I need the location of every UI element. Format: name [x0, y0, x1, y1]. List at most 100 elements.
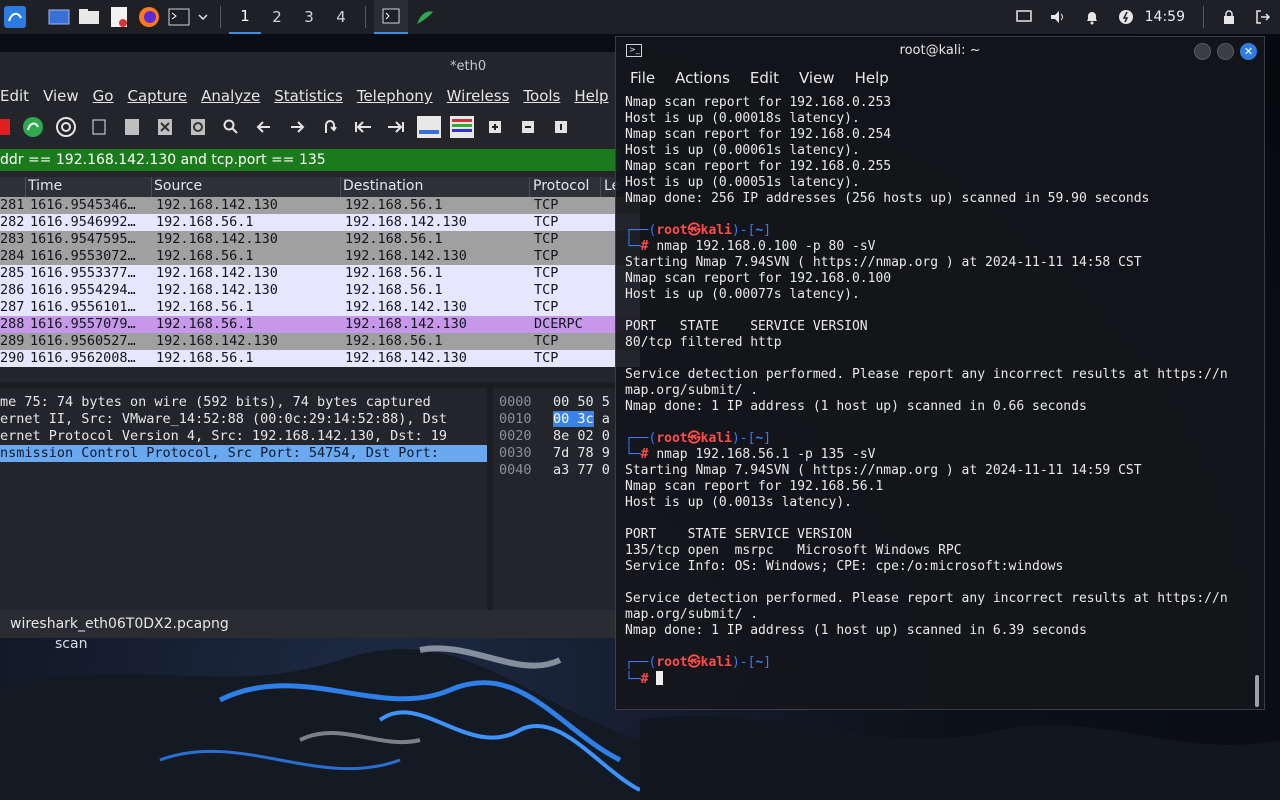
- terminal-task-icon[interactable]: [374, 0, 408, 34]
- terminal-scrollbar[interactable]: [1255, 675, 1259, 707]
- packet-no: 284: [0, 248, 25, 264]
- packet-row[interactable]: 289 1616.9560527… 192.168.142.130 192.168.5…: [0, 333, 640, 350]
- workspace-4[interactable]: 4: [325, 0, 357, 34]
- close-button[interactable]: ✕: [1240, 43, 1257, 60]
- minimize-button[interactable]: [1194, 43, 1211, 60]
- go-forward-icon[interactable]: [280, 112, 313, 142]
- status-bar-filename: wireshark_eth06T0DX2.pcapng: [0, 610, 640, 638]
- workspace-1[interactable]: 1: [229, 0, 261, 34]
- terminal-line: Host is up (0.00018s latency).: [625, 111, 860, 126]
- colorize-icon[interactable]: [445, 112, 478, 142]
- menu-analyze[interactable]: Analyze: [201, 87, 260, 105]
- show-desktop-icon[interactable]: [44, 0, 74, 34]
- menu-view[interactable]: View: [43, 87, 79, 105]
- menu-help[interactable]: Help: [855, 69, 889, 87]
- menu-edit[interactable]: Edit: [0, 87, 29, 105]
- menu-view[interactable]: View: [799, 69, 835, 87]
- terminal-line: Starting Nmap 7.94SVN ( https://nmap.org…: [625, 255, 1142, 270]
- column-destination[interactable]: Destination: [343, 178, 423, 194]
- menu-edit[interactable]: Edit: [750, 69, 779, 87]
- packet-row[interactable]: 288 1616.9557079… 192.168.56.1 192.168.142.…: [0, 316, 640, 333]
- detail-tcp[interactable]: nsmission Control Protocol, Src Port: 54…: [0, 445, 487, 462]
- menu-statistics[interactable]: Statistics: [274, 87, 343, 105]
- volume-icon[interactable]: [1041, 0, 1075, 34]
- packet-dst: 192.168.56.1: [345, 282, 443, 298]
- text-editor-icon[interactable]: [104, 0, 134, 34]
- bytes-hex: 8e 02 0: [553, 428, 610, 444]
- terminal-icon[interactable]: [164, 0, 194, 34]
- terminal-line: Service detection performed. Please repo…: [625, 591, 1228, 606]
- terminal-output[interactable]: Nmap scan report for 192.168.0.253 Host i…: [625, 95, 1245, 687]
- bytes-offset: 0030: [499, 445, 532, 461]
- workspace-3[interactable]: 3: [293, 0, 325, 34]
- packet-row[interactable]: 283 1616.9547595… 192.168.142.130 192.168.5…: [0, 231, 640, 248]
- terminal-line: Nmap done: 256 IP addresses (256 hosts u…: [625, 191, 1150, 206]
- zoom-out-icon[interactable]: [511, 112, 544, 142]
- packet-row[interactable]: 284 1616.9553072… 192.168.56.1 192.168.142.…: [0, 248, 640, 265]
- packet-dst: 192.168.142.130: [345, 350, 467, 366]
- kali-menu-icon[interactable]: [0, 0, 30, 34]
- chevron-down-icon[interactable]: [194, 0, 212, 34]
- lock-icon[interactable]: [1212, 0, 1246, 34]
- menu-capture[interactable]: Capture: [127, 87, 187, 105]
- menu-help[interactable]: Help: [574, 87, 608, 105]
- restart-capture-icon[interactable]: [16, 112, 49, 142]
- menu-file[interactable]: File: [630, 69, 655, 87]
- column-source[interactable]: Source: [154, 178, 202, 194]
- window-title: *eth0: [450, 59, 487, 74]
- capture-options-icon[interactable]: [49, 112, 82, 142]
- packet-row[interactable]: 281 1616.9545346… 192.168.142.130 192.168.5…: [0, 197, 640, 214]
- wireshark-menubar: Edit View Go Capture Analyze Statistics …: [0, 82, 640, 110]
- autoscroll-icon[interactable]: [412, 112, 445, 142]
- taskbar-clock[interactable]: 14:59: [1145, 9, 1185, 25]
- file-manager-icon[interactable]: [74, 0, 104, 34]
- terminal-prompt: ┌──(root㉿kali)-[~]: [625, 223, 772, 238]
- packet-row[interactable]: 290 1616.9562008… 192.168.56.1 192.168.142.…: [0, 350, 640, 367]
- pane-splitter[interactable]: [0, 382, 640, 388]
- menu-wireless[interactable]: Wireless: [447, 87, 510, 105]
- open-file-icon[interactable]: [82, 112, 115, 142]
- zoom-in-icon[interactable]: [478, 112, 511, 142]
- logout-icon[interactable]: [1246, 0, 1280, 34]
- save-file-icon[interactable]: [115, 112, 148, 142]
- first-packet-icon[interactable]: [346, 112, 379, 142]
- column-time[interactable]: Time: [28, 178, 62, 194]
- workspace-2[interactable]: 2: [261, 0, 293, 34]
- detail-ipv4[interactable]: ernet Protocol Version 4, Src: 192.168.1…: [0, 428, 487, 445]
- packet-no: 286: [0, 282, 25, 298]
- terminal-input[interactable]: └─#: [625, 671, 1245, 687]
- power-icon[interactable]: [1109, 0, 1143, 34]
- screen-icon[interactable]: [1007, 0, 1041, 34]
- menu-go[interactable]: Go: [93, 87, 114, 105]
- packet-row[interactable]: 285 1616.9553377… 192.168.142.130 192.168.5…: [0, 265, 640, 282]
- terminal-line: 80/tcp filtered http: [625, 335, 782, 350]
- close-file-icon[interactable]: [148, 112, 181, 142]
- packet-src: 192.168.142.130: [156, 282, 278, 298]
- notification-bell-icon[interactable]: [1075, 0, 1109, 34]
- menu-tools[interactable]: Tools: [523, 87, 560, 105]
- wireshark-task-icon[interactable]: [408, 0, 442, 34]
- detail-ethernet[interactable]: ernet II, Src: VMware_14:52:88 (00:0c:29…: [0, 411, 487, 428]
- firefox-icon[interactable]: [134, 0, 164, 34]
- taskbar: 1 2 3 4 14:59: [0, 0, 1280, 34]
- normal-size-icon[interactable]: [544, 112, 577, 142]
- packet-row[interactable]: 282 1616.9546992… 192.168.56.1 192.168.142.…: [0, 214, 640, 231]
- packet-src: 192.168.56.1: [156, 214, 254, 230]
- packet-row[interactable]: 287 1616.9556101… 192.168.56.1 192.168.142.…: [0, 299, 640, 316]
- menu-actions[interactable]: Actions: [675, 69, 730, 87]
- maximize-button[interactable]: [1217, 43, 1234, 60]
- last-packet-icon[interactable]: [379, 112, 412, 142]
- column-protocol[interactable]: Protocol: [533, 178, 589, 194]
- stop-capture-icon[interactable]: [0, 112, 16, 142]
- packet-row[interactable]: 286 1616.9554294… 192.168.142.130 192.168.5…: [0, 282, 640, 299]
- menu-telephony[interactable]: Telephony: [357, 87, 433, 105]
- packet-no: 287: [0, 299, 25, 315]
- detail-frame[interactable]: me 75: 74 bytes on wire (592 bits), 74 b…: [0, 394, 487, 411]
- desktop-scan-label[interactable]: scan: [55, 636, 87, 652]
- reload-file-icon[interactable]: [181, 112, 214, 142]
- display-filter-input[interactable]: ddr == 192.168.142.130 and tcp.port == 1…: [0, 149, 620, 171]
- go-back-icon[interactable]: [247, 112, 280, 142]
- go-to-packet-icon[interactable]: [313, 112, 346, 142]
- find-packet-icon[interactable]: [214, 112, 247, 142]
